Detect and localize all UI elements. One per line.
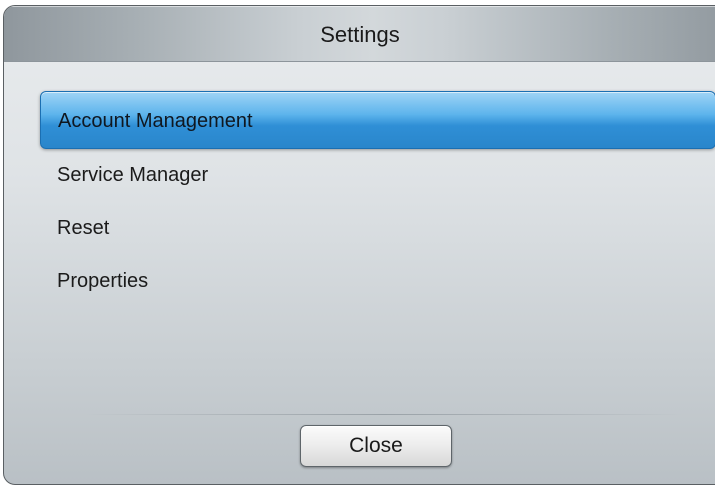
menu-item-properties[interactable]: Properties: [40, 255, 715, 308]
settings-menu: Account Management Service Manager Reset…: [40, 91, 715, 308]
settings-dialog: Settings Account Management Service Mana…: [3, 5, 715, 485]
close-button[interactable]: Close: [300, 425, 452, 467]
menu-item-account-management[interactable]: Account Management: [40, 91, 715, 149]
dialog-title: Settings: [320, 22, 400, 47]
title-bar: Settings: [4, 6, 715, 62]
bottom-divider: [84, 414, 684, 415]
menu-item-service-manager[interactable]: Service Manager: [40, 149, 715, 202]
menu-item-reset[interactable]: Reset: [40, 202, 715, 255]
